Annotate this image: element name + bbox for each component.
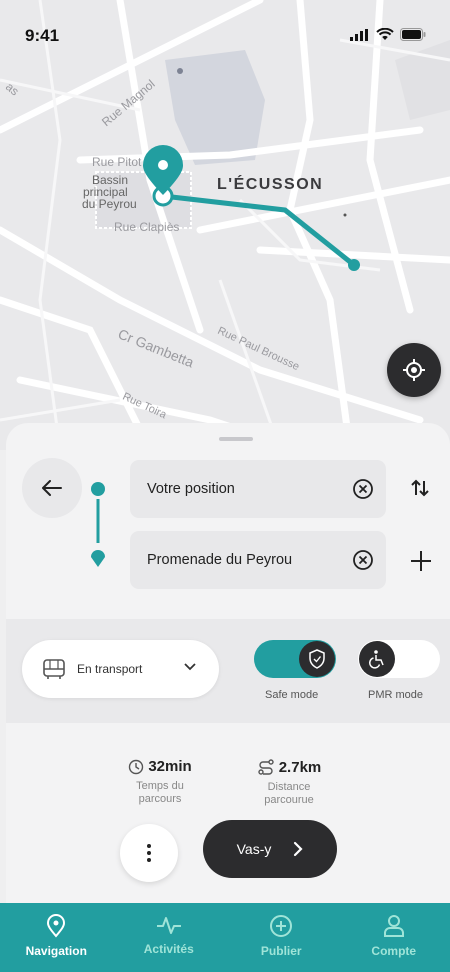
tab-label: Activités bbox=[143, 942, 194, 956]
transport-mode-select[interactable]: En transport bbox=[22, 640, 219, 698]
status-time: 9:41 bbox=[25, 26, 60, 45]
location-pin-icon bbox=[47, 914, 66, 938]
safe-mode-toggle[interactable] bbox=[254, 640, 336, 678]
origin-input-value: Votre position bbox=[147, 481, 235, 497]
duration-stat: 32min Temps du parcours bbox=[100, 758, 220, 806]
tab-label: Publier bbox=[260, 944, 302, 958]
destination-dot bbox=[348, 259, 360, 271]
clear-origin-icon[interactable] bbox=[352, 478, 374, 500]
tab-compte[interactable]: Compte bbox=[338, 903, 450, 972]
duration-caption: Temps du parcours bbox=[136, 780, 184, 805]
destination-pin-icon bbox=[91, 550, 105, 567]
signal-icon bbox=[350, 28, 368, 41]
chevron-down-icon bbox=[184, 663, 196, 671]
tab-label: Navigation bbox=[25, 944, 87, 958]
destination-input[interactable]: Promenade du Peyrou bbox=[130, 531, 386, 589]
pmr-mode-toggle[interactable] bbox=[358, 640, 440, 678]
destination-input-value: Promenade du Peyrou bbox=[147, 552, 293, 568]
pmr-mode-knob bbox=[359, 641, 395, 677]
recenter-button[interactable] bbox=[387, 343, 441, 397]
tab-bar: Navigation Activités Publier Compte bbox=[0, 903, 450, 972]
map-view[interactable]: Rue Magnol Rue Pitot Rue Clapiès Cr Gamb… bbox=[0, 0, 450, 450]
clock-icon bbox=[129, 759, 144, 774]
status-bar: 9:41 bbox=[0, 0, 450, 64]
tab-publier[interactable]: Publier bbox=[225, 903, 338, 972]
street-label: Rue Pitot bbox=[92, 155, 142, 169]
origin-input[interactable]: Votre position bbox=[130, 460, 386, 518]
pmr-mode-label: PMR mode bbox=[368, 689, 424, 701]
wifi-icon bbox=[376, 28, 394, 40]
chevron-right-icon bbox=[294, 841, 303, 857]
distance-caption: Distance parcourue bbox=[264, 781, 314, 806]
district-label: L'ÉCUSSON bbox=[217, 176, 324, 193]
more-options-button[interactable] bbox=[120, 824, 178, 882]
route-options: En transport Safe mode PMR mode bbox=[6, 619, 450, 723]
transport-mode-value: En transport bbox=[77, 662, 143, 676]
tab-navigation[interactable]: Navigation bbox=[0, 903, 113, 972]
status-icons bbox=[350, 28, 426, 41]
route-icon bbox=[258, 759, 274, 775]
activity-pulse-icon bbox=[156, 917, 181, 934]
tab-activites[interactable]: Activités bbox=[113, 903, 226, 972]
shield-icon bbox=[309, 649, 325, 669]
poi-label: Bassin principal du Peyrou bbox=[82, 173, 137, 211]
more-vertical-icon bbox=[147, 844, 151, 862]
origin-dot-icon bbox=[91, 482, 105, 496]
distance-value: 2.7km bbox=[278, 758, 322, 776]
street-label: Rue Clapiès bbox=[114, 220, 180, 234]
battery-icon bbox=[400, 28, 426, 41]
duration-value: 32min bbox=[148, 758, 192, 775]
bus-icon bbox=[43, 659, 65, 679]
sheet-handle[interactable] bbox=[219, 437, 253, 441]
wheelchair-icon bbox=[369, 650, 384, 669]
crosshair-icon bbox=[403, 359, 425, 381]
safe-mode-knob bbox=[299, 641, 335, 677]
swap-icon[interactable] bbox=[410, 478, 430, 498]
arrow-left-icon bbox=[42, 480, 62, 496]
plus-circle-icon bbox=[270, 915, 293, 937]
add-stop-icon[interactable] bbox=[410, 550, 432, 572]
map-streets bbox=[0, 0, 450, 450]
go-button-label: Vas-y bbox=[236, 841, 272, 857]
clear-destination-icon[interactable] bbox=[352, 549, 374, 571]
safe-mode-label: Safe mode bbox=[265, 689, 319, 701]
tab-label: Compte bbox=[371, 944, 417, 958]
route-connector bbox=[91, 482, 105, 567]
distance-stat: 2.7km Distance parcourue bbox=[229, 758, 349, 807]
user-icon bbox=[383, 915, 404, 937]
go-button[interactable]: Vas-y bbox=[203, 820, 337, 878]
back-button[interactable] bbox=[22, 458, 82, 518]
route-sheet: Votre position Promenade du Peyrou En tr… bbox=[6, 423, 450, 972]
